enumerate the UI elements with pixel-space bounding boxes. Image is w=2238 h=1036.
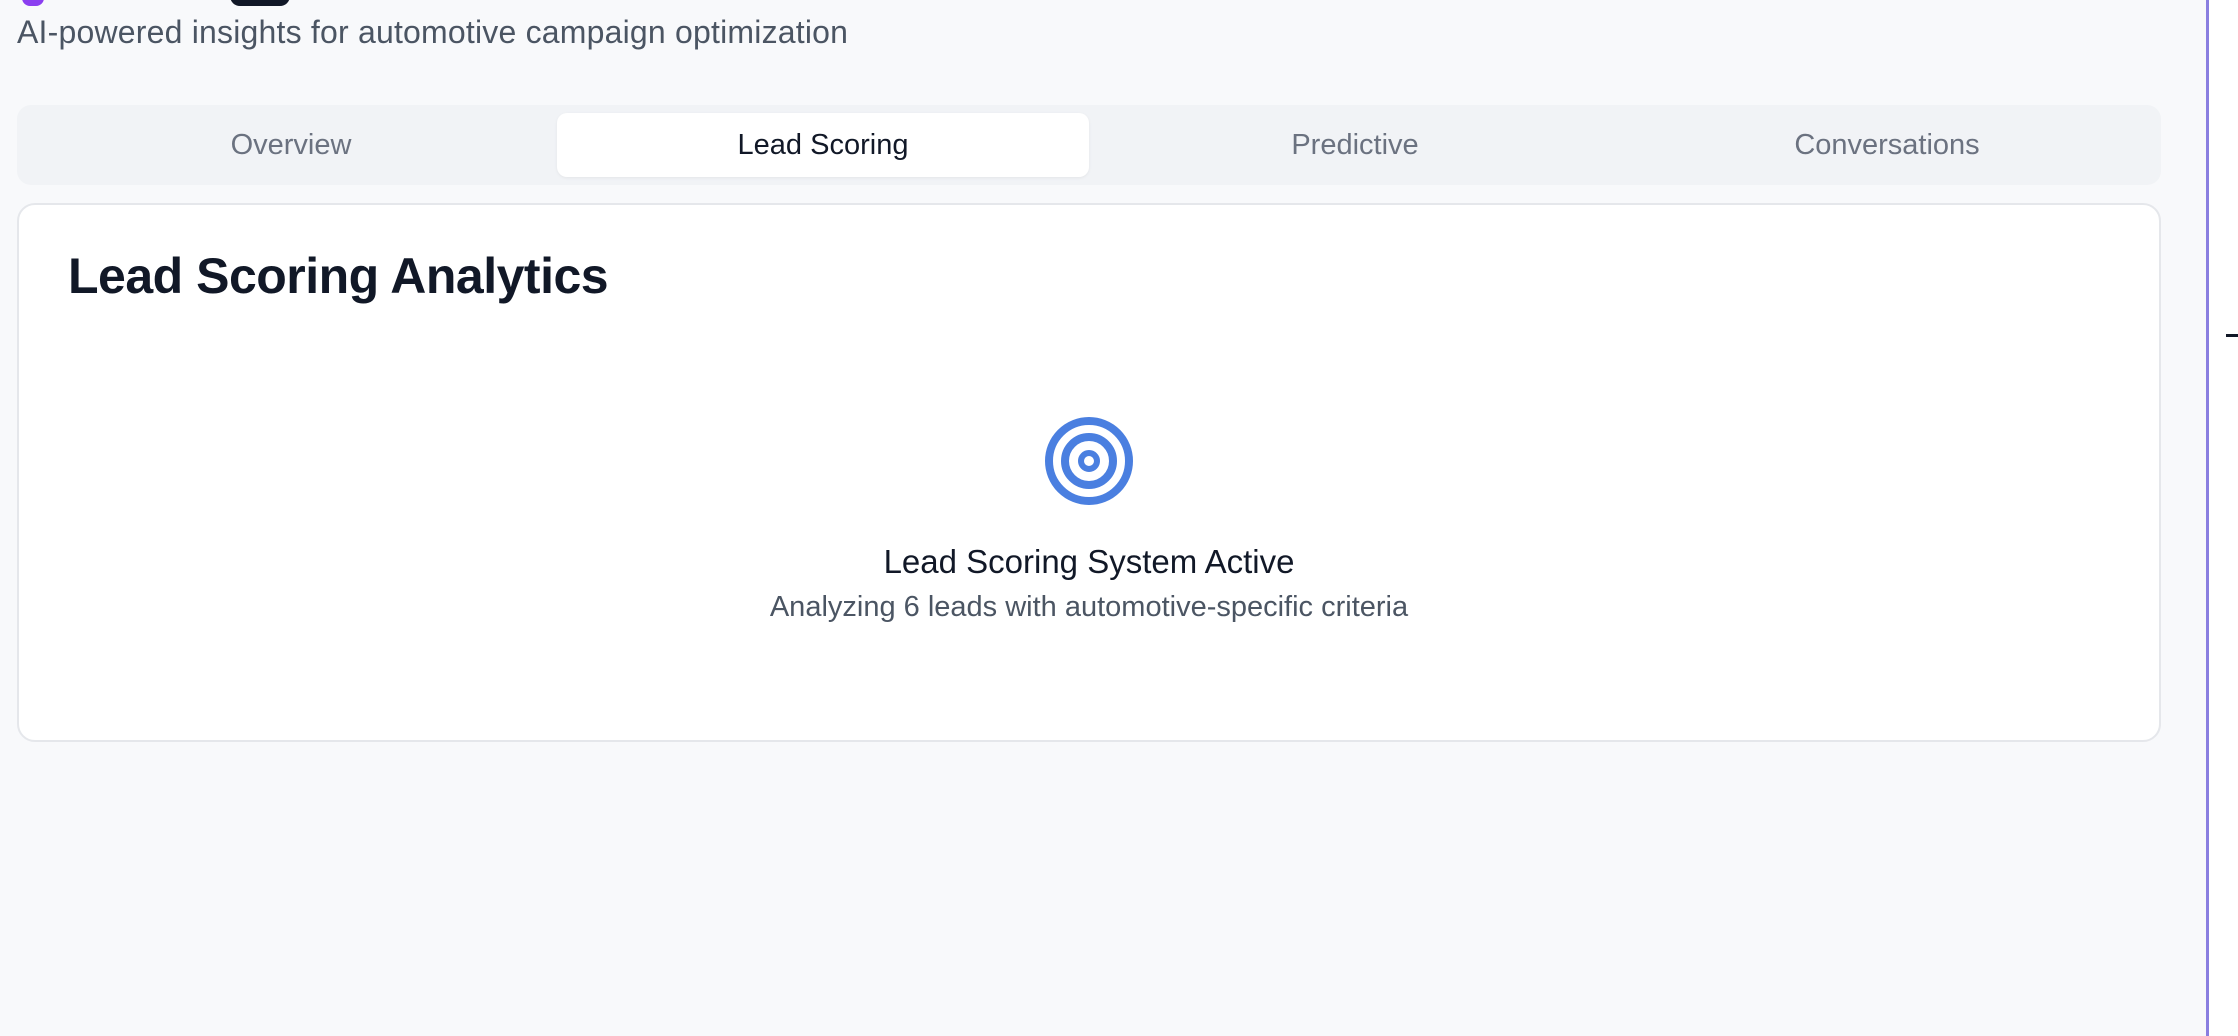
status-description: Analyzing 6 leads with automotive-specif… <box>769 591 1409 623</box>
page-subtitle: AI-powered insights for automotive campa… <box>17 14 849 50</box>
status-block: Lead Scoring System Active Analyzing 6 l… <box>19 415 2159 624</box>
header-clipped <box>0 0 2200 10</box>
side-panel-mark <box>2226 334 2238 337</box>
status-title: Lead Scoring System Active <box>883 543 1295 580</box>
lead-scoring-card: Lead Scoring Analytics Lead Scoring Syst… <box>17 203 2161 742</box>
logo-icon <box>22 0 44 6</box>
tab-conversations[interactable]: Conversations <box>1621 113 2153 177</box>
page: AI-powered insights for automotive campa… <box>0 0 2238 1036</box>
tab-bar: Overview Lead Scoring Predictive Convers… <box>17 105 2161 185</box>
title-glyph-fragment <box>230 0 290 6</box>
tab-overview[interactable]: Overview <box>25 113 557 177</box>
target-icon <box>1045 417 1133 505</box>
tab-predictive[interactable]: Predictive <box>1089 113 1621 177</box>
card-title: Lead Scoring Analytics <box>68 248 609 304</box>
tab-lead-scoring[interactable]: Lead Scoring <box>557 113 1089 177</box>
side-panel-edge <box>2209 0 2238 1036</box>
page-title-clipped <box>110 0 330 6</box>
